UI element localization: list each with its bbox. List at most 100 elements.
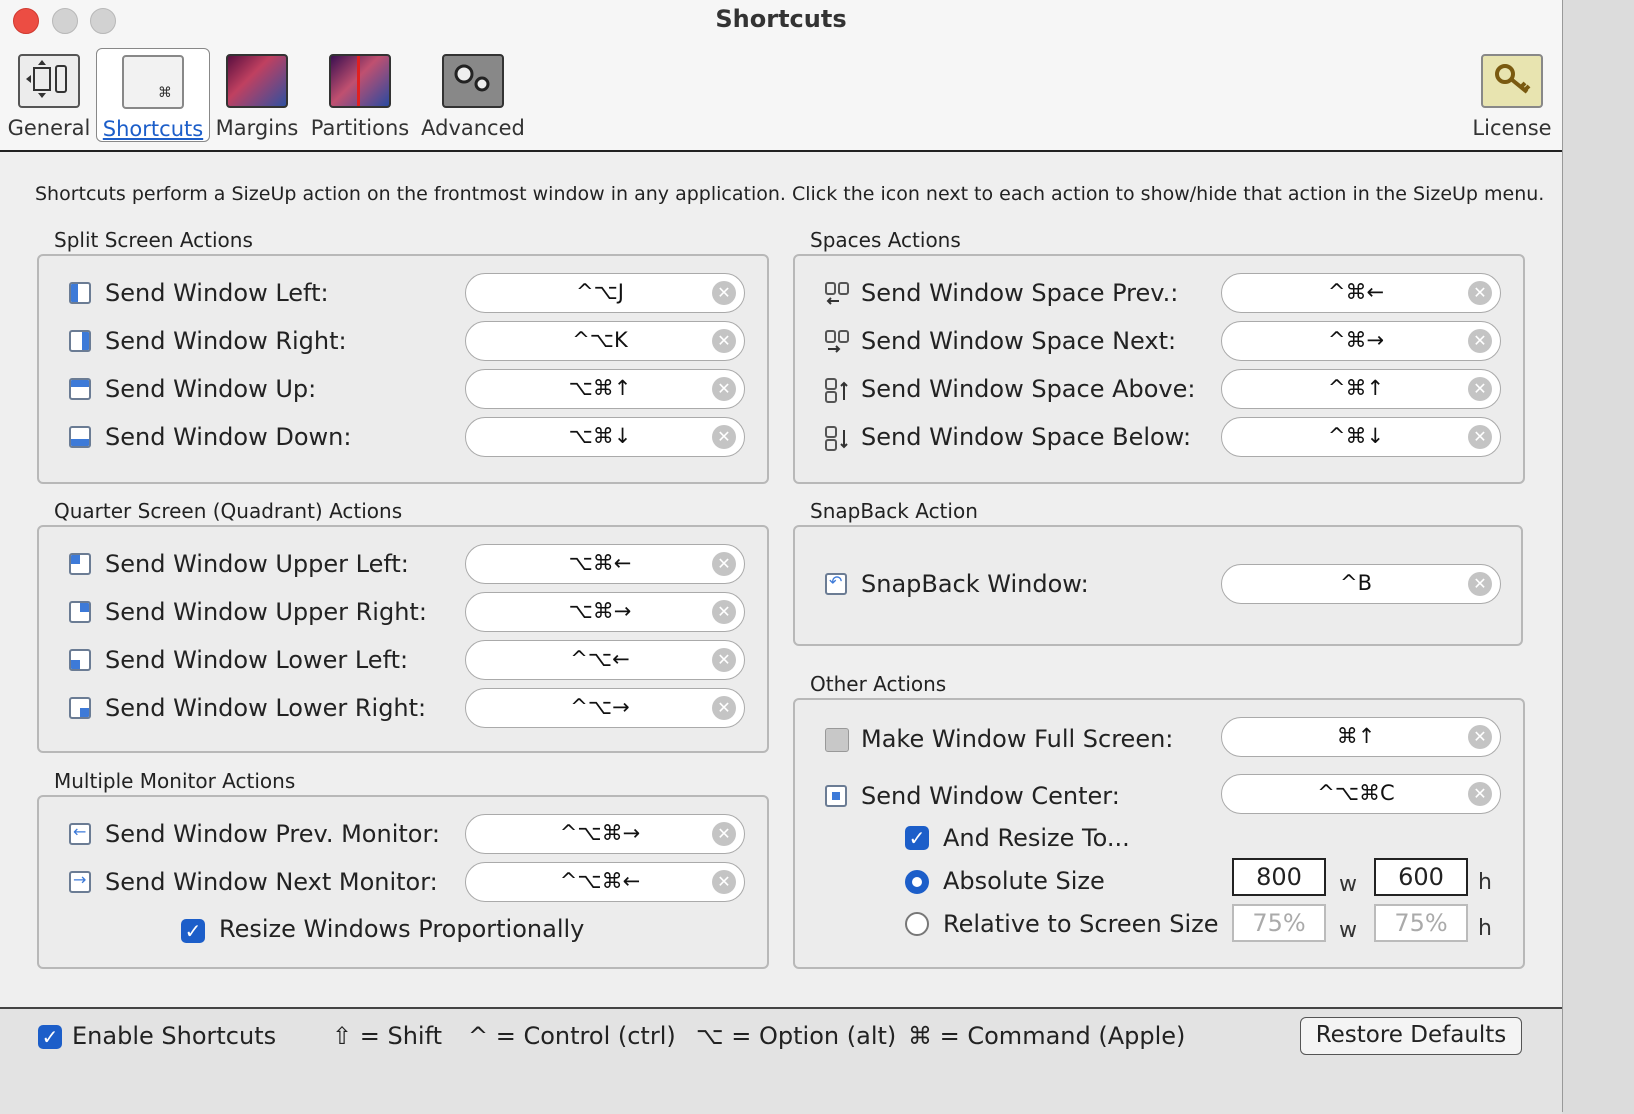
lower-right-shortcut[interactable]: ^⌥→ ✕ [465,688,745,728]
send-right-shortcut[interactable]: ^⌥K ✕ [465,321,745,361]
lower-right-key: ^⌥→ [570,695,630,719]
resize-to-label: And Resize To... [943,824,1130,852]
enable-shortcuts-checkbox[interactable]: ✓ [38,1025,62,1049]
next-monitor-shortcut[interactable]: ^⌥⌘← ✕ [465,862,745,902]
clear-icon[interactable]: ✕ [1468,377,1492,401]
space-next-label: Send Window Space Next: [861,327,1177,355]
command-legend: ⌘ = Command (Apple) [908,1022,1186,1050]
key-icon [1481,54,1543,108]
send-left-icon[interactable] [69,282,91,304]
upper-left-icon[interactable] [69,553,91,575]
upper-left-key: ⌥⌘← [568,551,632,575]
absolute-size-radio[interactable] [905,870,929,894]
spaces-group-title: Spaces Actions [810,228,961,252]
tab-shortcuts[interactable]: ⌘ Shortcuts [96,48,210,142]
clear-icon[interactable]: ✕ [1468,725,1492,749]
relative-size-radio[interactable] [905,912,929,936]
upper-right-shortcut[interactable]: ⌥⌘→ ✕ [465,592,745,632]
upper-right-icon[interactable] [69,601,91,623]
prev-monitor-shortcut[interactable]: ^⌥⌘→ ✕ [465,814,745,854]
upper-left-shortcut[interactable]: ⌥⌘← ✕ [465,544,745,584]
send-right-icon[interactable] [69,330,91,352]
space-below-label: Send Window Space Below: [861,423,1192,451]
absolute-width-input[interactable]: 800 [1232,858,1326,896]
absolute-size-label: Absolute Size [943,867,1105,895]
space-above-icon[interactable] [825,378,848,403]
send-up-shortcut[interactable]: ⌥⌘↑ ✕ [465,369,745,409]
relative-width-input[interactable]: 75% [1232,904,1326,942]
tab-license[interactable]: License [1468,48,1556,140]
send-right-key: ^⌥K [572,328,628,352]
snapback-icon[interactable]: ↶ [825,573,847,595]
clear-icon[interactable]: ✕ [712,600,736,624]
tab-partitions[interactable]: Partitions [308,48,412,140]
send-left-shortcut[interactable]: ^⌥J ✕ [465,273,745,313]
next-monitor-icon[interactable]: → [69,871,91,893]
tab-advanced[interactable]: Advanced [420,48,526,140]
width-unit: w [1339,918,1357,943]
send-left-key: ^⌥J [576,280,624,304]
shortcut-key-glyph: ⌘ [158,85,172,101]
clear-icon[interactable]: ✕ [712,822,736,846]
enable-shortcuts-label: Enable Shortcuts [72,1022,277,1050]
split-group: Send Window Left: ^⌥J ✕ Send Window Right… [37,254,769,484]
clear-icon[interactable]: ✕ [712,425,736,449]
space-above-label: Send Window Space Above: [861,375,1196,403]
space-next-icon[interactable] [825,330,849,353]
space-prev-shortcut[interactable]: ^⌘← ✕ [1221,273,1501,313]
full-screen-shortcut[interactable]: ⌘↑ ✕ [1221,717,1501,757]
send-down-icon[interactable] [69,426,91,448]
resize-to-checkbox[interactable]: ✓ [905,826,929,850]
clear-icon[interactable]: ✕ [712,552,736,576]
send-up-key: ⌥⌘↑ [568,376,632,400]
clear-icon[interactable]: ✕ [1468,425,1492,449]
space-above-shortcut[interactable]: ^⌘↑ ✕ [1221,369,1501,409]
clear-icon[interactable]: ✕ [1468,329,1492,353]
full-screen-label: Make Window Full Screen: [861,725,1174,753]
tab-general[interactable]: General [6,48,92,140]
snapback-shortcut[interactable]: ^B ✕ [1221,564,1501,604]
center-icon[interactable] [825,785,847,807]
space-below-icon[interactable] [825,426,848,451]
lower-right-icon[interactable] [69,697,91,719]
clear-icon[interactable]: ✕ [1468,782,1492,806]
tab-general-label: General [7,116,91,140]
tab-advanced-label: Advanced [421,116,525,140]
clear-icon[interactable]: ✕ [1468,281,1492,305]
snapback-label: SnapBack Window: [861,570,1089,598]
restore-defaults-button[interactable]: Restore Defaults [1300,1017,1522,1055]
space-next-shortcut[interactable]: ^⌘→ ✕ [1221,321,1501,361]
clear-icon[interactable]: ✕ [712,281,736,305]
lower-left-key: ^⌥← [570,647,630,671]
clear-icon[interactable]: ✕ [712,870,736,894]
tab-partitions-label: Partitions [310,116,410,140]
space-below-shortcut[interactable]: ^⌘↓ ✕ [1221,417,1501,457]
clear-icon[interactable]: ✕ [712,377,736,401]
relative-height-input[interactable]: 75% [1374,904,1468,942]
resize-proportionally-checkbox[interactable]: ✓ [181,919,205,943]
send-down-shortcut[interactable]: ⌥⌘↓ ✕ [465,417,745,457]
lower-left-icon[interactable] [69,649,91,671]
prev-monitor-icon[interactable]: ← [69,823,91,845]
lower-right-label: Send Window Lower Right: [105,694,427,722]
height-unit: h [1478,916,1492,941]
tab-margins[interactable]: Margins [214,48,300,140]
absolute-height-input[interactable]: 600 [1374,858,1468,896]
lower-left-shortcut[interactable]: ^⌥← ✕ [465,640,745,680]
clear-icon[interactable]: ✕ [712,696,736,720]
clear-icon[interactable]: ✕ [712,648,736,672]
quarter-group: Send Window Upper Left: ⌥⌘← ✕ Send Window… [37,525,769,753]
advanced-icon [442,54,504,108]
tab-margins-label: Margins [215,116,299,140]
full-screen-icon[interactable] [825,728,849,752]
tab-license-label: License [1472,116,1552,140]
center-shortcut[interactable]: ^⌥⌘C ✕ [1221,774,1501,814]
space-prev-icon[interactable] [825,282,849,305]
clear-icon[interactable]: ✕ [1468,572,1492,596]
clear-icon[interactable]: ✕ [712,329,736,353]
send-up-label: Send Window Up: [105,375,317,403]
monitor-group-title: Multiple Monitor Actions [54,769,296,793]
send-up-icon[interactable] [69,378,91,400]
width-unit: w [1339,872,1357,897]
partitions-icon [329,54,391,108]
